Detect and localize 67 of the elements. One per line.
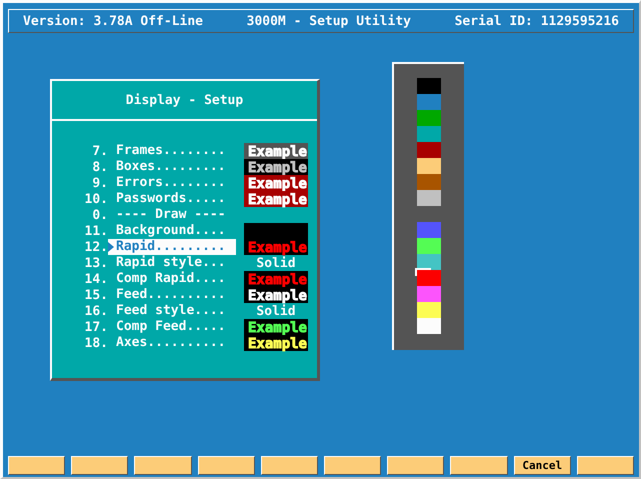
option-number: 12. [84,240,108,254]
menu-option[interactable]: Feed.......... [108,287,236,303]
function-key-button[interactable] [387,456,444,475]
color-swatch[interactable] [417,174,441,190]
pointer-icon [108,242,114,252]
option-number: 0. [91,208,108,222]
example-text: Example [248,176,307,192]
color-swatch[interactable] [417,286,441,302]
menu-option[interactable]: Background.... [108,223,236,239]
color-swatch[interactable] [417,126,441,142]
version-label: Version: 3.78A Off-Line [23,14,204,28]
function-key-button[interactable] [450,456,508,475]
app-title: 3000M - Setup Utility [246,14,411,28]
example-text: Example [248,288,307,304]
menu-option[interactable]: Boxes......... [108,159,236,175]
option-number: 15. [84,288,108,302]
menu-option[interactable]: Rapid......... [108,239,236,255]
example-text: Example [248,160,307,176]
function-key-button[interactable] [71,456,128,475]
menu-option[interactable]: Comp Feed..... [108,319,236,335]
example-text: Example [248,192,307,208]
option-number: 7. [91,144,108,158]
menu-option[interactable]: Passwords..... [108,191,236,207]
example-text: Example [248,272,307,288]
option-number: 17. [84,320,108,334]
option-number: 13. [84,256,108,270]
color-swatch[interactable] [417,318,441,334]
option-number: 8. [91,160,108,174]
option-number: 14. [84,272,108,286]
color-swatch[interactable] [417,222,441,238]
menu-option[interactable]: Rapid style... [108,255,236,271]
option-number: 10. [84,192,108,206]
color-swatch[interactable] [417,78,441,94]
option-number: 16. [84,304,108,318]
menu-option[interactable]: ---- Draw ---- [108,207,236,223]
function-key-button[interactable] [260,456,318,475]
color-swatch[interactable] [417,190,441,206]
color-swatch[interactable] [417,254,441,270]
color-swatch[interactable] [417,158,441,174]
example-text: Example [248,336,307,352]
menu-option[interactable]: Feed style.... [108,303,236,319]
example-text: Example [248,144,307,160]
color-swatch[interactable] [417,142,441,158]
function-key-button[interactable] [8,456,66,475]
serial-label: Serial ID: 1129595216 [454,14,619,28]
color-swatch[interactable] [417,94,441,110]
example-text: Example [248,320,307,336]
line-style-value: Solid [255,304,297,318]
option-number: 18. [84,336,108,350]
function-key-button[interactable] [324,456,382,475]
function-key-button[interactable] [576,456,634,475]
color-swatch[interactable] [417,110,441,126]
option-number: 9. [91,176,108,190]
line-style-value: Solid [255,256,297,270]
color-swatch[interactable] [417,238,441,254]
color-swatch[interactable] [417,302,441,318]
menu-option[interactable]: Axes.......... [108,335,236,351]
function-key-button[interactable] [198,456,255,475]
color-swatch[interactable] [417,270,441,286]
dialog-title: Display - Setup [52,81,317,121]
function-key-button[interactable] [134,456,192,475]
menu-option[interactable]: Comp Rapid.... [108,271,236,287]
menu-option[interactable]: Errors........ [108,175,236,191]
example-text: Example [248,240,307,256]
cancel-button[interactable]: Cancel [514,456,571,475]
menu-option[interactable]: Frames........ [108,143,236,159]
option-number: 11. [84,224,108,238]
